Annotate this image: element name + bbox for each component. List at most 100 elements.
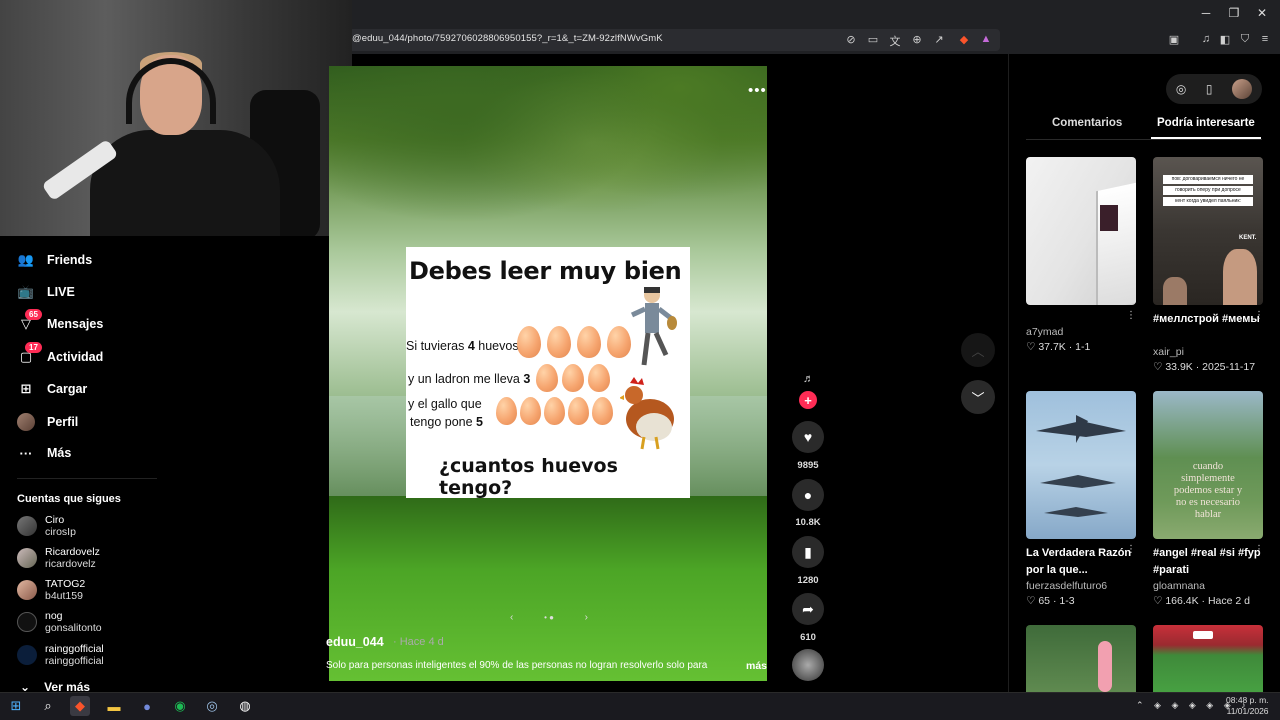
sidebar-toggle-icon[interactable]: ◧: [1217, 33, 1233, 46]
nav-activity[interactable]: ▢ 17 Actividad: [17, 342, 103, 369]
user-avatar[interactable]: [1232, 79, 1253, 99]
nav-upload[interactable]: ⊞ Cargar: [17, 377, 88, 401]
spotify-app-icon[interactable]: ◉: [170, 696, 190, 716]
card-title[interactable]: #angel #real #si #fyp #parati: [1153, 545, 1263, 579]
puzzle-question: ¿cuantos huevos tengo?: [439, 455, 618, 499]
tab-divider: [1026, 139, 1262, 140]
brave-rewards-icon[interactable]: ▲: [978, 33, 994, 45]
messages-badge: 65: [25, 309, 42, 320]
card-title[interactable]: #меллстрой #мемы: [1153, 311, 1263, 328]
comment-button[interactable]: ●: [792, 479, 824, 511]
brave-app-icon[interactable]: ◆: [70, 696, 90, 716]
nav-more[interactable]: ··· Más: [17, 441, 72, 465]
translate-icon[interactable]: 文: [887, 33, 903, 49]
vpn-icon[interactable]: ⛉: [1237, 33, 1253, 46]
following-item[interactable]: rainggofficial rainggofficial: [17, 640, 104, 670]
save-count: 1280: [797, 575, 819, 586]
brave-shield-icon[interactable]: ◆: [956, 33, 972, 46]
share-icon[interactable]: ↗: [931, 33, 947, 46]
nav-messages[interactable]: ▽ 65 Mensajes: [17, 309, 103, 336]
live-icon: 📺: [17, 284, 35, 299]
upload-icon: ⊞: [20, 381, 32, 396]
activity-badge: 17: [25, 342, 42, 353]
post-options-icon[interactable]: •••: [748, 82, 767, 99]
post-author[interactable]: eduu_044: [326, 635, 384, 649]
hen-illustration: [620, 377, 674, 450]
card-options-icon[interactable]: ⋮: [1126, 310, 1136, 321]
card-user[interactable]: gloamnana: [1153, 580, 1205, 592]
video-thumbnail[interactable]: [1026, 625, 1136, 692]
follow-plus-button[interactable]: +: [799, 391, 817, 409]
sidebar-divider: [17, 478, 157, 479]
video-thumbnail[interactable]: cuando simplemente podemos estar y no es…: [1153, 391, 1263, 539]
compass-icon[interactable]: ◎: [1176, 82, 1186, 96]
obs-app-icon[interactable]: ◍: [235, 696, 255, 716]
menu-icon[interactable]: ≡: [1257, 33, 1273, 45]
video-thumbnail[interactable]: [1153, 625, 1263, 692]
minimize-button[interactable]: ─: [1196, 6, 1216, 20]
following-item[interactable]: Ricardovelz ricardovelz: [17, 543, 100, 573]
nav-friends[interactable]: 👥 Friends: [17, 248, 92, 272]
following-item[interactable]: nog gonsalitonto: [17, 607, 102, 637]
nav-live[interactable]: 📺 LIVE: [17, 280, 75, 304]
like-button[interactable]: ♥: [792, 421, 824, 453]
zoom-icon[interactable]: ⊕: [909, 33, 925, 46]
photo-pager[interactable]: ‹ • ● ›: [510, 610, 588, 624]
steam-app-icon[interactable]: ◎: [202, 696, 222, 716]
right-panel-toolbar: ◎ ▯: [1166, 74, 1262, 104]
video-thumbnail[interactable]: пов: договариваемся ничего не говорить о…: [1153, 157, 1263, 305]
active-tab-indicator: [1151, 137, 1261, 139]
card-options-icon[interactable]: ⋮: [1254, 544, 1264, 555]
clock[interactable]: 08:48 p. m. 11/01/2026: [1226, 695, 1269, 717]
video-thumbnail[interactable]: [1026, 391, 1136, 539]
puzzle-title: Debes leer muy bien: [409, 257, 682, 285]
bookmark-icon: ▮: [804, 543, 812, 560]
chevron-down-icon: ﹀: [971, 390, 985, 406]
search-icon[interactable]: ⌕: [38, 696, 58, 716]
tab-comments[interactable]: Comentarios: [1052, 117, 1122, 129]
post-caption: Solo para personas inteligentes el 90% d…: [326, 660, 708, 671]
card-options-icon[interactable]: ⋮: [1254, 310, 1264, 321]
video-thumbnail[interactable]: [1026, 157, 1136, 305]
pager-dots: • ●: [544, 612, 554, 622]
music-disc[interactable]: [792, 649, 824, 681]
nav-profile[interactable]: Perfil: [17, 410, 78, 434]
save-button[interactable]: ▮: [792, 536, 824, 568]
card-title[interactable]: La Verdadera Razón por la que...: [1026, 545, 1136, 579]
discord-app-icon[interactable]: ●: [137, 696, 157, 716]
sound-icon[interactable]: ♬: [803, 373, 814, 385]
like-count: 9895: [797, 460, 819, 471]
messages-icon: ▽ 65: [17, 309, 42, 333]
previous-video-button[interactable]: ︿: [961, 333, 995, 367]
device-icon[interactable]: ▯: [1206, 82, 1213, 96]
file-explorer-icon[interactable]: ▬: [104, 696, 124, 716]
reader-mode-icon[interactable]: ⊘: [843, 33, 859, 46]
post-time: · Hace 4 d: [393, 636, 444, 648]
card-user[interactable]: a7ymad: [1026, 326, 1063, 338]
share-button[interactable]: ➦: [792, 593, 824, 625]
next-video-button[interactable]: ﹀: [961, 380, 995, 414]
card-user[interactable]: xair_pi: [1153, 346, 1184, 358]
prev-photo-icon[interactable]: ‹: [510, 612, 513, 623]
tab-recommended[interactable]: Podría interesarte: [1157, 117, 1255, 129]
avatar: [17, 612, 37, 632]
windows-start-icon[interactable]: ⊞: [6, 696, 26, 716]
following-item[interactable]: Ciro cirosIp: [17, 511, 76, 541]
thief-illustration: [630, 287, 677, 366]
following-item[interactable]: TATOG2 b4ut159: [17, 575, 85, 605]
next-photo-icon[interactable]: ›: [585, 612, 588, 623]
avatar: [17, 516, 37, 536]
url-text[interactable]: @eduu_044/photo/7592706028806950155?_r=1…: [352, 33, 663, 44]
activity-icon: ▢ 17: [17, 342, 42, 366]
media-icon[interactable]: ♫: [1198, 33, 1214, 45]
close-button[interactable]: ✕: [1252, 6, 1272, 20]
caption-more-button[interactable]: más: [746, 660, 767, 672]
chevron-up-icon: ︿: [971, 343, 985, 359]
card-options-icon[interactable]: ⋮: [1126, 544, 1136, 555]
tab-search-icon[interactable]: ▣: [1166, 33, 1182, 46]
comment-icon: ●: [803, 487, 813, 503]
webcam-overlay: [0, 0, 352, 236]
cast-icon[interactable]: ▭: [865, 33, 881, 46]
maximize-button[interactable]: ❐: [1224, 6, 1244, 20]
card-user[interactable]: fuerzasdelfuturo6: [1026, 580, 1107, 592]
